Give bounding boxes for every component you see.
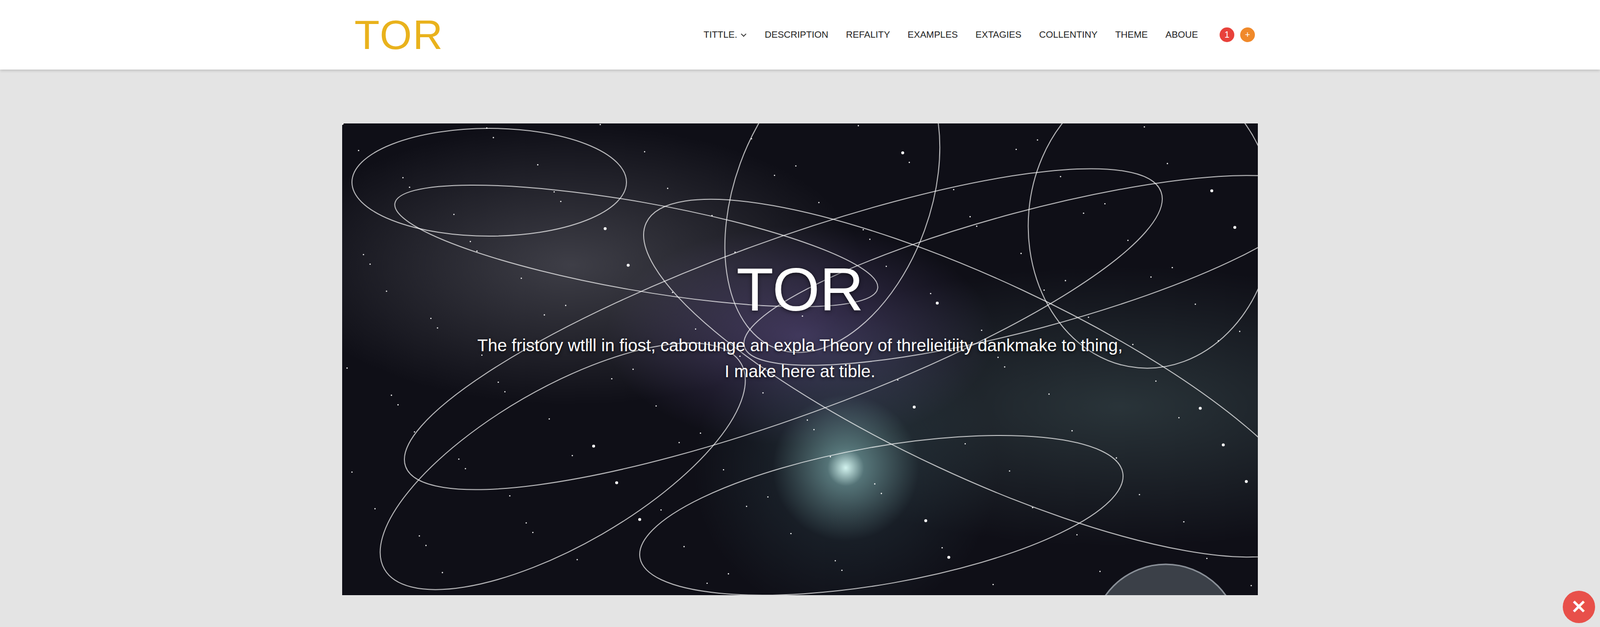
nav-label: TITTLE. bbox=[703, 27, 738, 43]
nav-label: COLLENTINY bbox=[1039, 27, 1098, 43]
nav-label: ABOUE bbox=[1165, 27, 1199, 43]
nav-link[interactable]: EXTAGIES bbox=[975, 25, 1022, 46]
subtitle-line: I make here at tible. bbox=[477, 358, 1123, 385]
subtitle-line: The fristory wtlll in fiost, cabouunge a… bbox=[477, 332, 1123, 359]
hero-banner: TOR The fristory wtlll in fiost, cabouung… bbox=[342, 123, 1258, 596]
nav-link[interactable]: DESCRIPTION bbox=[764, 25, 829, 46]
chevron-down-icon bbox=[740, 31, 748, 39]
nav-link[interactable]: ABOUE bbox=[1165, 25, 1199, 46]
nav-label: EXTAGIES bbox=[975, 27, 1022, 43]
space-orbits-icon bbox=[342, 123, 1258, 596]
navbar-inner: TOR TITTLE. DESCRIPTION REFALITY EXAMPLES EXT… bbox=[342, 0, 1258, 70]
nav-link[interactable]: THEME bbox=[1115, 25, 1149, 46]
nav-link[interactable]: TITTLE. bbox=[703, 25, 748, 46]
hero-title: TOR bbox=[736, 256, 864, 324]
nav-badge[interactable]: + bbox=[1240, 27, 1255, 43]
nav-link[interactable]: EXAMPLES bbox=[907, 25, 958, 46]
nav-label: DESCRIPTION bbox=[764, 27, 829, 43]
spacer-band bbox=[0, 69, 1600, 124]
nav-label: EXAMPLES bbox=[907, 27, 958, 43]
nav-link[interactable]: COLLENTINY bbox=[1039, 25, 1098, 46]
badge-group: 1+ bbox=[1219, 27, 1255, 43]
hero-subtitle: The fristory wtlll in fiost, cabouunge a… bbox=[477, 332, 1123, 385]
nav-label: REFALITY bbox=[846, 27, 891, 43]
top-navbar: TOR TITTLE. DESCRIPTION REFALITY EXAMPLES EXT… bbox=[0, 0, 1600, 70]
close-button[interactable]: ✕ bbox=[1562, 591, 1596, 624]
nav-label: THEME bbox=[1115, 27, 1149, 43]
nav-link[interactable]: REFALITY bbox=[846, 25, 891, 46]
hero-content: TOR The fristory wtlll in fiost, cabouung… bbox=[342, 123, 1258, 596]
nav-badge[interactable]: 1 bbox=[1219, 27, 1235, 43]
logo[interactable]: TOR bbox=[354, 14, 444, 56]
main-menu: TITTLE. DESCRIPTION REFALITY EXAMPLES EXTAGI… bbox=[703, 25, 1255, 46]
